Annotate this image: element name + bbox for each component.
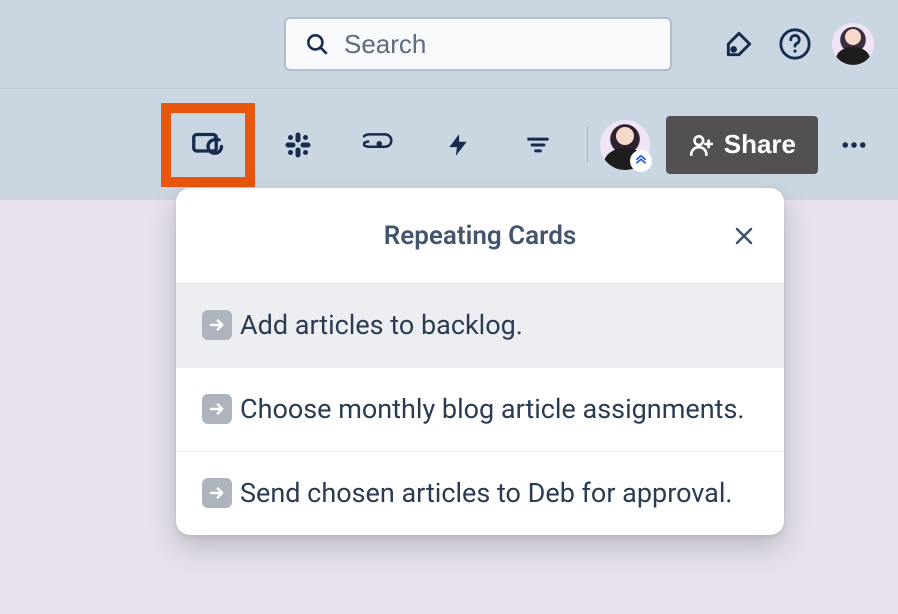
help-icon[interactable] bbox=[776, 25, 814, 63]
arrow-right-icon bbox=[202, 478, 232, 508]
dropdown-header: Repeating Cards bbox=[176, 188, 784, 284]
filter-button[interactable] bbox=[501, 108, 575, 182]
dropdown-item[interactable]: Choose monthly blog article assignments. bbox=[176, 367, 784, 451]
repeating-cards-dropdown: Repeating Cards Add articles to backlog.… bbox=[176, 188, 784, 535]
add-user-icon bbox=[688, 132, 714, 158]
card-repeater-button[interactable] bbox=[171, 113, 245, 177]
close-icon bbox=[732, 224, 756, 248]
slack-button[interactable] bbox=[261, 108, 335, 182]
highlighted-button bbox=[161, 103, 255, 187]
share-label: Share bbox=[724, 129, 796, 160]
member-avatar[interactable] bbox=[600, 120, 650, 170]
dropdown-item-label: Add articles to backlog. bbox=[240, 306, 523, 345]
dropdown-item-label: Send chosen articles to Deb for approval… bbox=[240, 474, 733, 513]
tag-icon[interactable] bbox=[720, 25, 758, 63]
ellipsis-icon bbox=[839, 130, 869, 160]
dropdown-title: Repeating Cards bbox=[384, 221, 576, 251]
search-input[interactable] bbox=[344, 29, 652, 60]
account-avatar[interactable] bbox=[832, 23, 874, 65]
dropdown-item[interactable]: Send chosen articles to Deb for approval… bbox=[176, 451, 784, 535]
admin-badge-icon bbox=[630, 150, 652, 172]
board-toolbar: Share bbox=[0, 88, 898, 200]
rocket-button[interactable] bbox=[341, 108, 415, 182]
search-box[interactable] bbox=[284, 17, 672, 71]
close-button[interactable] bbox=[724, 216, 764, 256]
share-button[interactable]: Share bbox=[666, 116, 818, 174]
arrow-right-icon bbox=[202, 394, 232, 424]
automation-button[interactable] bbox=[421, 108, 495, 182]
global-top-bar bbox=[0, 0, 898, 88]
dropdown-item[interactable]: Add articles to backlog. bbox=[176, 284, 784, 367]
dropdown-item-label: Choose monthly blog article assignments. bbox=[240, 390, 745, 429]
search-icon bbox=[304, 31, 330, 57]
arrow-right-icon bbox=[202, 310, 232, 340]
more-menu-button[interactable] bbox=[830, 121, 878, 169]
toolbar-divider bbox=[587, 127, 588, 163]
